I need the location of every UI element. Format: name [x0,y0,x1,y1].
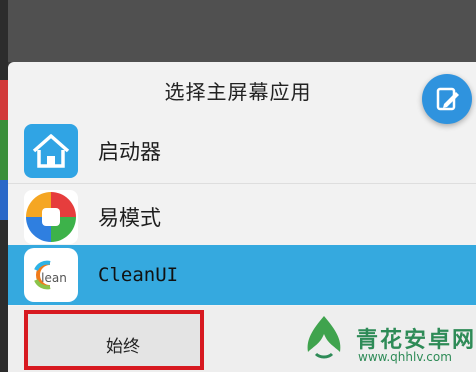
once-button[interactable]: 青花安卓网 www.qhhlv.com [258,306,476,372]
home-app-chooser-dialog: 选择主屏幕应用 启动器 易模式 lean CleanUI 始终 青花安卓网 ww… [8,62,476,372]
dialog-action-bar: 始终 青花安卓网 www.qhhlv.com [8,306,476,372]
watermark-logo-icon [307,316,341,359]
background-app-header [0,0,476,62]
app-option-easy-mode[interactable]: 易模式 [8,184,476,250]
easy-mode-icon [24,190,78,244]
always-button[interactable]: 始终 [24,310,204,370]
app-label-launcher: 启动器 [98,139,161,164]
watermark-url: www.qhhlv.com [358,350,452,364]
app-label-cleanui: CleanUI [98,264,179,286]
background-app-edge [0,0,8,372]
edit-icon [436,87,459,111]
app-option-cleanui-selected[interactable]: lean CleanUI [8,245,476,305]
always-button-label: 始终 [106,337,140,357]
dialog-title: 选择主屏幕应用 [164,80,312,104]
edit-fab-button[interactable] [422,74,472,124]
cleanui-icon: lean [24,248,78,302]
launcher-home-icon [24,123,78,178]
app-option-launcher[interactable]: 启动器 [8,118,476,184]
app-label-easy-mode: 易模式 [98,206,161,230]
